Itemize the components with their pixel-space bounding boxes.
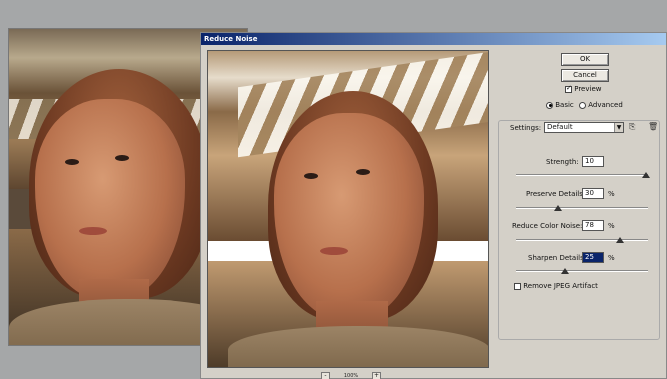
save-icon[interactable]: ⎘ (629, 122, 635, 132)
chevron-down-icon: ▼ (614, 123, 623, 132)
lips (79, 227, 107, 235)
strength-slider-track[interactable] (516, 174, 648, 176)
ok-button[interactable]: OK (561, 53, 609, 66)
sharpen-slider-thumb[interactable] (561, 268, 569, 274)
dialog-title: Reduce Noise (201, 33, 666, 45)
preview-face (274, 113, 424, 319)
trash-icon[interactable]: 🗑 (648, 122, 658, 131)
settings-value: Default (547, 123, 573, 131)
strength-label: Strength: (546, 158, 579, 166)
zoom-control: - 100% + (321, 371, 381, 379)
cancel-button[interactable]: Cancel (561, 69, 609, 82)
settings-group (498, 120, 660, 340)
reduce-color-noise-field[interactable]: 78 (582, 220, 604, 231)
preview-checkbox[interactable] (565, 84, 572, 93)
sharpen-details-field[interactable]: 25 (582, 252, 604, 263)
desktop-background (248, 0, 667, 32)
preview-right-eye (356, 169, 370, 175)
mode-advanced-option[interactable]: Advanced (579, 101, 623, 109)
mode-basic-option[interactable]: Basic (546, 101, 574, 109)
preview-option[interactable]: Preview (565, 84, 602, 93)
preserve-slider-track[interactable] (516, 207, 648, 209)
zoom-in-button[interactable]: + (371, 371, 381, 379)
remove-jpeg-checkbox[interactable] (514, 282, 521, 290)
face (35, 99, 185, 299)
sharpen-details-label: Sharpen Details: (528, 254, 587, 262)
right-eye (115, 155, 129, 161)
basic-label: Basic (555, 101, 574, 109)
preview-left-eye (304, 173, 318, 179)
advanced-label: Advanced (588, 101, 623, 109)
zoom-level: 100% (343, 372, 359, 379)
advanced-radio[interactable] (579, 101, 586, 109)
preserve-details-field[interactable]: 30 (582, 188, 604, 199)
preview-label: Preview (574, 85, 602, 93)
remove-jpeg-artifact-option[interactable]: Remove JPEG Artifact (514, 282, 598, 290)
reduce-color-slider-track[interactable] (516, 239, 648, 241)
sharpen-percent: % (608, 254, 615, 262)
zoom-out-button[interactable]: - (321, 371, 330, 379)
settings-select[interactable]: Default ▼ (544, 122, 624, 133)
preserve-slider-thumb[interactable] (554, 205, 562, 211)
reduce-color-slider-thumb[interactable] (616, 237, 624, 243)
preserve-percent: % (608, 190, 615, 198)
strength-slider-thumb[interactable] (642, 172, 650, 178)
preview-lips (320, 247, 348, 255)
settings-label: Settings: (510, 124, 542, 132)
strength-field[interactable]: 10 (582, 156, 604, 167)
preview-image[interactable] (207, 50, 489, 368)
reduce-color-noise-label: Reduce Color Noise: (512, 222, 583, 230)
preview-sweater (228, 326, 488, 367)
remove-jpeg-label: Remove JPEG Artifact (523, 282, 598, 290)
left-eye (65, 159, 79, 165)
sharpen-slider-track[interactable] (516, 270, 648, 272)
reduce-color-percent: % (608, 222, 615, 230)
basic-radio[interactable] (546, 101, 553, 109)
preserve-details-label: Preserve Details: (526, 190, 586, 198)
